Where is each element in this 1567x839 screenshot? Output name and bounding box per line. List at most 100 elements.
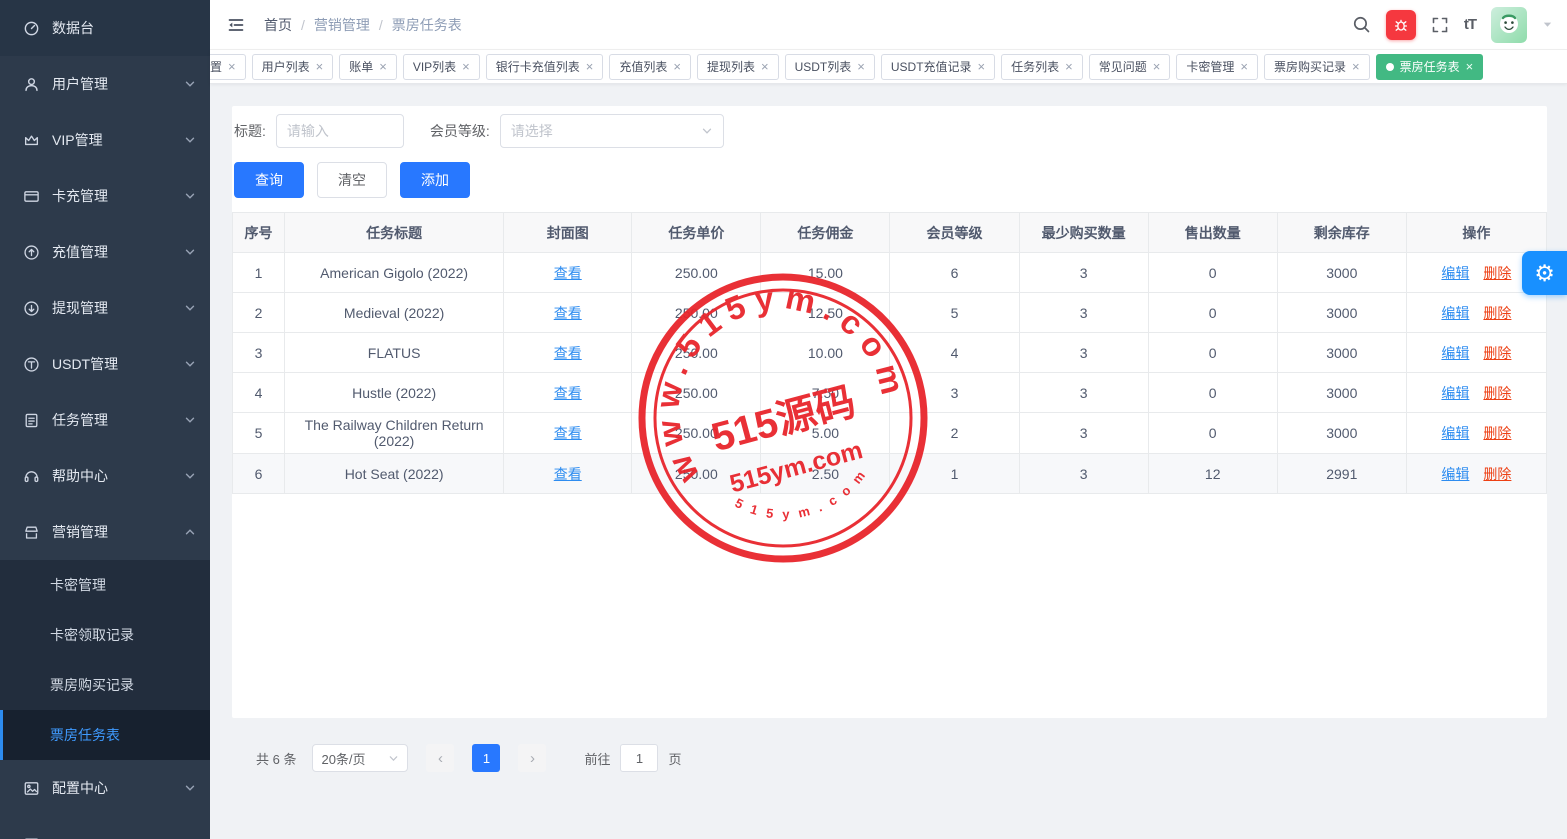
- bug-report-button[interactable]: [1386, 10, 1416, 40]
- chevron-down-icon: [701, 125, 713, 137]
- sidebar-item-partial[interactable]: [0, 816, 210, 839]
- tab-card-keys[interactable]: 卡密管理×: [1176, 54, 1258, 80]
- search-button[interactable]: 查询: [234, 162, 304, 198]
- close-icon[interactable]: ×: [1352, 60, 1360, 73]
- delete-link[interactable]: 删除: [1483, 385, 1511, 401]
- tab-vip-list[interactable]: VIP列表×: [403, 54, 480, 80]
- close-icon[interactable]: ×: [978, 60, 986, 73]
- close-icon[interactable]: ×: [1153, 60, 1161, 73]
- goto-page-input[interactable]: [620, 744, 658, 772]
- clear-button[interactable]: 清空: [317, 162, 387, 198]
- close-icon[interactable]: ×: [1240, 60, 1248, 73]
- view-cover-link[interactable]: 查看: [554, 265, 582, 281]
- title-filter-input[interactable]: [276, 114, 404, 148]
- view-cover-link[interactable]: 查看: [554, 466, 582, 482]
- page-number-button[interactable]: 1: [472, 744, 500, 772]
- close-icon[interactable]: ×: [316, 60, 324, 73]
- tab-boxoffice-tasks[interactable]: 票房任务表×: [1376, 54, 1484, 80]
- search-icon[interactable]: [1352, 15, 1371, 34]
- tab-service-config[interactable]: 客服配置×: [210, 54, 246, 80]
- collapse-sidebar-icon[interactable]: [226, 15, 246, 35]
- next-page-button[interactable]: ›: [518, 744, 546, 772]
- close-icon[interactable]: ×: [1065, 60, 1073, 73]
- boxoffice-task-card: 标题: 会员等级: 请选择 查询 清空 添加: [232, 106, 1547, 718]
- close-icon[interactable]: ×: [673, 60, 681, 73]
- chevron-down-icon: [184, 302, 196, 314]
- add-button[interactable]: 添加: [400, 162, 470, 198]
- table-row: 5 The Railway Children Return (2022) 查看 …: [233, 413, 1547, 454]
- delete-link[interactable]: 删除: [1483, 345, 1511, 361]
- close-icon[interactable]: ×: [379, 60, 387, 73]
- tab-boxoffice-purchases[interactable]: 票房购买记录×: [1264, 54, 1370, 80]
- tab-bills[interactable]: 账单×: [339, 54, 397, 80]
- avatar[interactable]: [1491, 7, 1527, 43]
- sidebar-item-card-recharge[interactable]: 卡充管理: [0, 168, 210, 224]
- sidebar-item-marketing[interactable]: 营销管理: [0, 504, 210, 560]
- delete-link[interactable]: 删除: [1483, 425, 1511, 441]
- chevron-down-icon[interactable]: [1542, 19, 1553, 30]
- headset-icon: [22, 467, 40, 485]
- level-filter-select[interactable]: 请选择: [500, 114, 724, 148]
- sidebar-subitem-boxoffice-purchases[interactable]: 票房购买记录: [0, 660, 210, 710]
- tab-withdraw-list[interactable]: 提现列表×: [697, 54, 779, 80]
- page-size-select[interactable]: 20条/页: [312, 744, 408, 772]
- sidebar-item-usdt[interactable]: USDT管理: [0, 336, 210, 392]
- edit-link[interactable]: 编辑: [1441, 425, 1469, 441]
- tab-bankcard-recharge-list[interactable]: 银行卡充值列表×: [486, 54, 604, 80]
- close-icon[interactable]: ×: [1466, 60, 1474, 73]
- sidebar-item-help[interactable]: 帮助中心: [0, 448, 210, 504]
- edit-link[interactable]: 编辑: [1441, 265, 1469, 281]
- tab-usdt-recharge-records[interactable]: USDT充值记录×: [881, 54, 995, 80]
- tab-usdt-list[interactable]: USDT列表×: [785, 54, 875, 80]
- edit-link[interactable]: 编辑: [1441, 305, 1469, 321]
- tab-faq[interactable]: 常见问题×: [1089, 54, 1171, 80]
- view-cover-link[interactable]: 查看: [554, 345, 582, 361]
- col-header: 任务佣金: [761, 213, 890, 253]
- breadcrumb-separator: /: [301, 17, 305, 33]
- goto-label: 前往: [584, 749, 610, 768]
- edit-link[interactable]: 编辑: [1441, 345, 1469, 361]
- col-header: 序号: [233, 213, 285, 253]
- close-icon[interactable]: ×: [228, 60, 236, 73]
- tab-recharge-list[interactable]: 充值列表×: [609, 54, 691, 80]
- close-icon[interactable]: ×: [586, 60, 594, 73]
- close-icon[interactable]: ×: [761, 60, 769, 73]
- sidebar-item-dashboard[interactable]: 数据台: [0, 0, 210, 56]
- view-cover-link[interactable]: 查看: [554, 385, 582, 401]
- prev-page-button[interactable]: ‹: [426, 744, 454, 772]
- sidebar-subitem-card-key-records[interactable]: 卡密领取记录: [0, 610, 210, 660]
- delete-link[interactable]: 删除: [1483, 305, 1511, 321]
- view-cover-link[interactable]: 查看: [554, 425, 582, 441]
- sidebar-subitem-boxoffice-tasks[interactable]: 票房任务表: [0, 710, 210, 760]
- sidebar-item-users[interactable]: 用户管理: [0, 56, 210, 112]
- edit-link[interactable]: 编辑: [1441, 385, 1469, 401]
- font-size-icon[interactable]: tT: [1464, 16, 1476, 33]
- breadcrumb-section[interactable]: 营销管理: [314, 15, 370, 35]
- sidebar-item-recharge[interactable]: 充值管理: [0, 224, 210, 280]
- tab-user-list[interactable]: 用户列表×: [252, 54, 334, 80]
- table-row: 3 FLATUS 查看 250.00 10.00 4 3 0 3000 编辑删除: [233, 333, 1547, 373]
- close-icon[interactable]: ×: [857, 60, 865, 73]
- delete-link[interactable]: 删除: [1483, 265, 1511, 281]
- col-header: 售出数量: [1148, 213, 1277, 253]
- close-icon[interactable]: ×: [462, 60, 470, 73]
- tab-task-list[interactable]: 任务列表×: [1001, 54, 1083, 80]
- sidebar-item-vip[interactable]: VIP管理: [0, 112, 210, 168]
- settings-gear-button[interactable]: ⚙: [1522, 251, 1567, 295]
- chevron-down-icon: [184, 470, 196, 482]
- col-header: 最少购买数量: [1019, 213, 1148, 253]
- sidebar-item-label: 数据台: [52, 18, 196, 38]
- view-cover-link[interactable]: 查看: [554, 305, 582, 321]
- sidebar-item-tasks[interactable]: 任务管理: [0, 392, 210, 448]
- title-filter-label: 标题:: [234, 121, 266, 141]
- fullscreen-icon[interactable]: [1431, 16, 1449, 34]
- table-row: 6 Hot Seat (2022) 查看 250.00 2.50 1 3 12 …: [233, 454, 1547, 494]
- task-table: 序号 任务标题 封面图 任务单价 任务佣金 会员等级 最少购买数量 售出数量 剩…: [232, 212, 1547, 494]
- sidebar-subitem-card-keys[interactable]: 卡密管理: [0, 560, 210, 610]
- delete-link[interactable]: 删除: [1483, 466, 1511, 482]
- breadcrumb-home[interactable]: 首页: [264, 15, 292, 35]
- sidebar-item-withdraw[interactable]: 提现管理: [0, 280, 210, 336]
- app-root: 数据台 用户管理 VIP管理 卡充管理: [0, 0, 1567, 839]
- edit-link[interactable]: 编辑: [1441, 466, 1469, 482]
- sidebar-item-config[interactable]: 配置中心: [0, 760, 210, 816]
